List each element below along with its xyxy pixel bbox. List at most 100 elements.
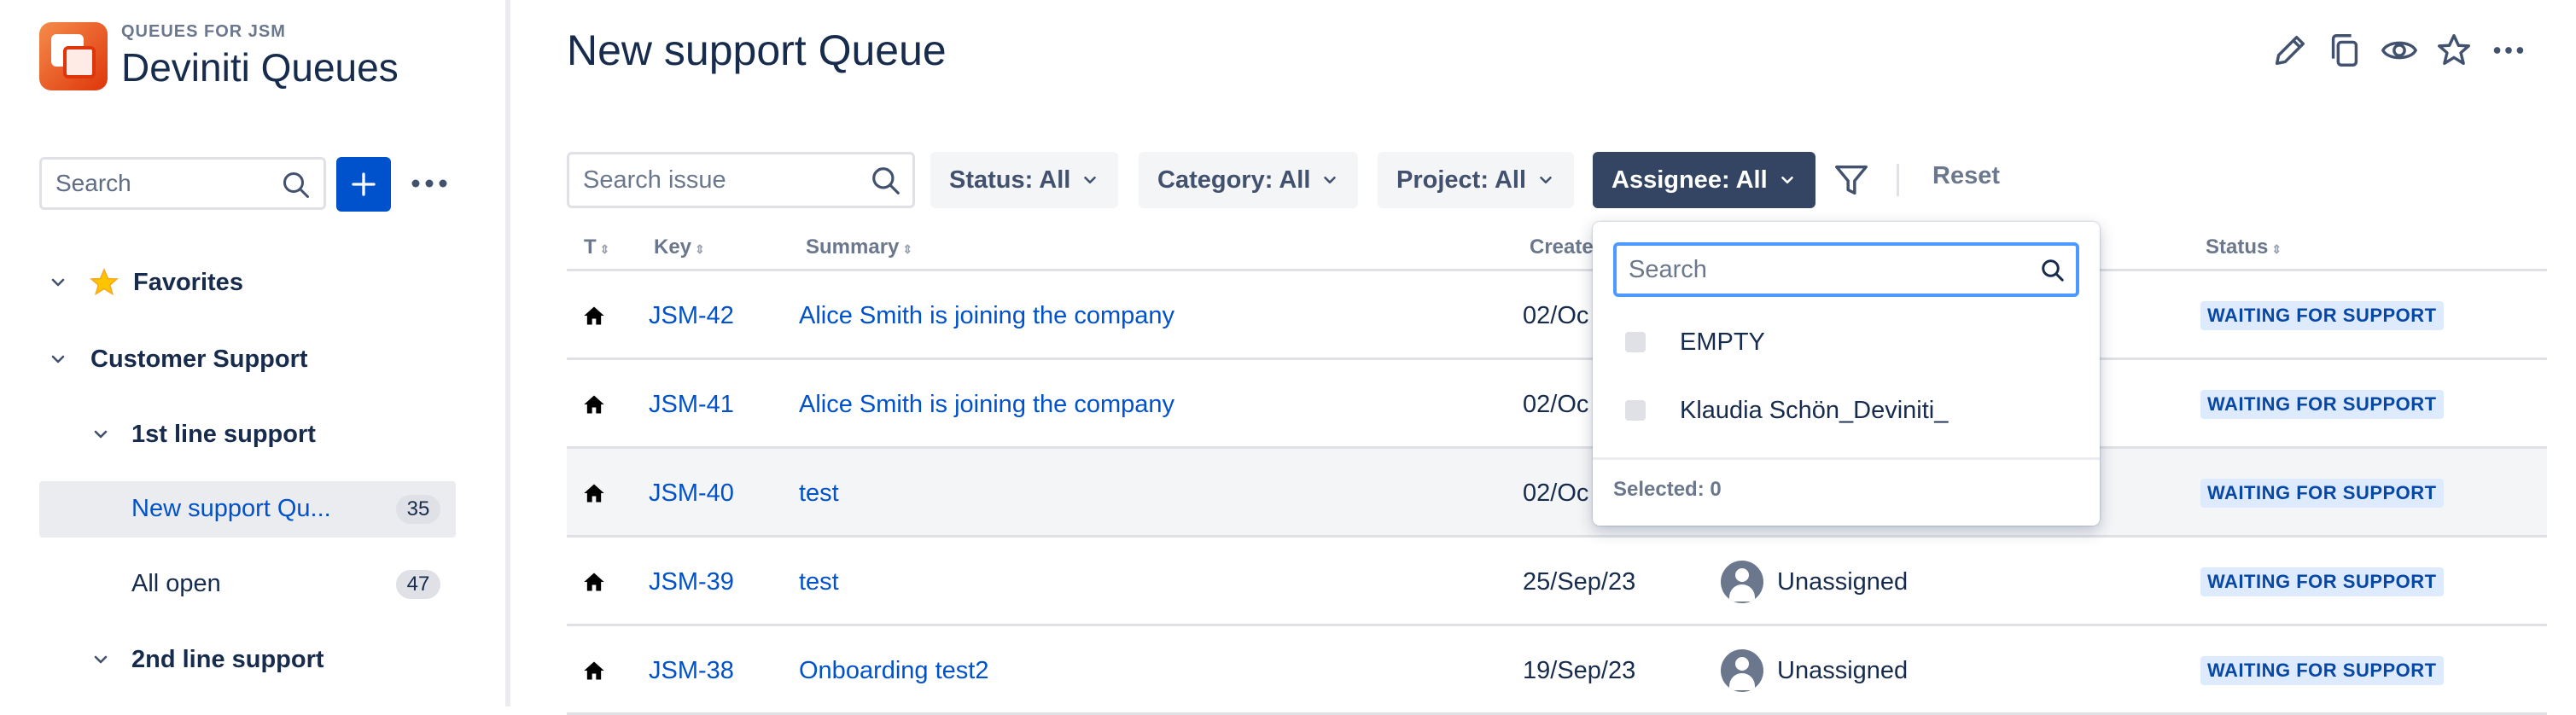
more-icon[interactable] — [2489, 31, 2528, 70]
issue-key-link[interactable]: JSM-39 — [649, 538, 734, 626]
nav-subgroup-label: 2nd line support — [131, 645, 324, 673]
option-label: EMPTY — [1680, 328, 1765, 356]
nav-subgroup-1st-line[interactable]: 1st line support — [90, 406, 316, 462]
plus-icon — [352, 172, 376, 196]
column-header-type[interactable]: T ⇕ — [584, 232, 609, 264]
sidebar-item-new-support-queue[interactable]: New support Qu... 35 — [39, 481, 456, 538]
divider — [1897, 164, 1899, 196]
assignee-name: Unassigned — [1777, 656, 1909, 684]
add-queue-button[interactable] — [336, 157, 391, 212]
queue-count-badge: 47 — [396, 570, 440, 599]
funnel-icon[interactable] — [1832, 160, 1871, 200]
nav-group-customer-support[interactable]: Customer Support — [48, 331, 308, 387]
assignee-option-klaudia[interactable]: Klaudia Schön_Deviniti_ — [1625, 389, 1948, 432]
copy-icon[interactable] — [2325, 31, 2364, 70]
issue-summary-link[interactable]: Alice Smith is joining the company — [799, 271, 1174, 360]
reset-button[interactable]: Reset — [1932, 162, 2000, 190]
issue-search-input[interactable] — [581, 154, 863, 206]
sort-icon: ⇕ — [902, 242, 913, 256]
nav-subgroup-label: 1st line support — [131, 420, 316, 448]
sort-icon: ⇕ — [695, 242, 705, 256]
sidebar-search-input[interactable] — [54, 160, 276, 207]
divider — [1593, 457, 2100, 460]
chevron-down-icon — [1084, 176, 1097, 184]
status-badge: WAITING FOR SUPPORT — [2200, 301, 2444, 330]
home-icon — [584, 395, 604, 414]
status-badge: WAITING FOR SUPPORT — [2200, 567, 2444, 596]
app-eyebrow: QUEUES FOR JSM — [121, 22, 286, 41]
issue-search[interactable] — [567, 152, 915, 208]
checkbox[interactable] — [1625, 400, 1646, 421]
assignee-filter-button[interactable]: Assignee: All — [1593, 152, 1815, 208]
option-label: Klaudia Schön_Deviniti_ — [1680, 396, 1949, 424]
chevron-down-icon[interactable] — [48, 272, 68, 293]
created-date: 19/Sep/23 — [1523, 656, 1636, 684]
queue-count-badge: 35 — [396, 495, 440, 524]
status-badge: WAITING FOR SUPPORT — [2200, 479, 2444, 508]
chevron-down-icon[interactable] — [90, 424, 111, 445]
sidebar-item-all-open[interactable]: All open 47 — [39, 556, 456, 613]
chevron-down-icon[interactable] — [90, 649, 111, 670]
category-filter-label: Category: All — [1157, 166, 1311, 194]
nav-favorites-label: Favorites — [133, 268, 243, 296]
checkbox[interactable] — [1625, 332, 1646, 352]
project-filter-button[interactable]: Project: All — [1378, 152, 1575, 208]
chevron-down-icon — [1324, 176, 1337, 184]
search-icon[interactable] — [870, 165, 902, 197]
search-icon[interactable] — [281, 170, 312, 201]
status-filter-label: Status: All — [949, 166, 1071, 194]
sort-icon: ⇕ — [599, 242, 610, 256]
nav-subgroup-2nd-line[interactable]: 2nd line support — [90, 631, 324, 688]
status-badge: WAITING FOR SUPPORT — [2200, 656, 2444, 685]
column-header-created[interactable]: Create — [1530, 232, 1594, 263]
chevron-down-icon[interactable] — [48, 349, 68, 369]
assignee-search[interactable] — [1613, 242, 2079, 297]
issue-key-link[interactable]: JSM-42 — [649, 271, 734, 360]
table-row[interactable]: JSM-42 Alice Smith is joining the compan… — [567, 271, 2547, 360]
assignee-search-input[interactable] — [1627, 246, 2019, 294]
home-icon — [584, 306, 604, 325]
assignee-option-empty[interactable]: EMPTY — [1625, 321, 1765, 363]
table-row[interactable]: JSM-40 test 02/Oc WAITING FOR SUPPORT — [567, 449, 2547, 538]
page-title: New support Queue — [567, 26, 947, 74]
page-actions — [2270, 31, 2528, 70]
status-filter-button[interactable]: Status: All — [930, 152, 1119, 208]
column-header-summary[interactable]: Summary ⇕ — [806, 232, 912, 264]
sidebar-search[interactable] — [39, 157, 326, 210]
home-icon — [584, 573, 604, 591]
table-row[interactable]: JSM-38 Onboarding test2 19/Sep/23 Unassi… — [567, 626, 2547, 715]
created-date: 02/Oc — [1523, 479, 1589, 507]
created-date: 25/Sep/23 — [1523, 567, 1636, 596]
project-filter-label: Project: All — [1396, 166, 1527, 194]
assignee-filter-label: Assignee: All — [1611, 166, 1768, 194]
eye-icon[interactable] — [2380, 31, 2419, 70]
column-header-key[interactable]: Key ⇕ — [654, 232, 705, 264]
issue-summary-link[interactable]: test — [799, 449, 839, 538]
selected-count: Selected: 0 — [1613, 478, 1722, 501]
issue-key-link[interactable]: JSM-38 — [649, 626, 734, 715]
home-icon — [584, 661, 604, 680]
issue-summary-link[interactable]: test — [799, 538, 839, 626]
issue-key-link[interactable]: JSM-41 — [649, 360, 734, 449]
star-icon — [90, 268, 119, 296]
issue-summary-link[interactable]: Alice Smith is joining the company — [799, 360, 1174, 449]
issue-key-link[interactable]: JSM-40 — [649, 449, 734, 538]
table-row[interactable]: JSM-39 test 25/Sep/23 Unassigned WAITING… — [567, 538, 2547, 626]
created-date: 02/Oc — [1523, 390, 1589, 418]
sidebar-item-label: New support Qu... — [131, 495, 331, 522]
sidebar: QUEUES FOR JSM Deviniti Queues Favorites… — [0, 0, 510, 706]
sidebar-item-label: All open — [131, 570, 221, 597]
star-outline-icon[interactable] — [2434, 31, 2474, 70]
nav-favorites[interactable]: Favorites — [48, 254, 243, 311]
edit-icon[interactable] — [2270, 31, 2310, 70]
column-header-status[interactable]: Status ⇕ — [2206, 232, 2282, 264]
app-logo — [39, 22, 108, 90]
chevron-down-icon — [1540, 176, 1552, 184]
issue-summary-link[interactable]: Onboarding test2 — [799, 626, 988, 715]
more-icon[interactable] — [408, 169, 451, 198]
nav-group-label: Customer Support — [90, 345, 308, 373]
assignee-name: Unassigned — [1777, 567, 1909, 596]
category-filter-button[interactable]: Category: All — [1139, 152, 1359, 208]
table-row[interactable]: JSM-41 Alice Smith is joining the compan… — [567, 360, 2547, 449]
table-header: T ⇕ Key ⇕ Summary ⇕ Create Status ⇕ — [567, 232, 2547, 271]
